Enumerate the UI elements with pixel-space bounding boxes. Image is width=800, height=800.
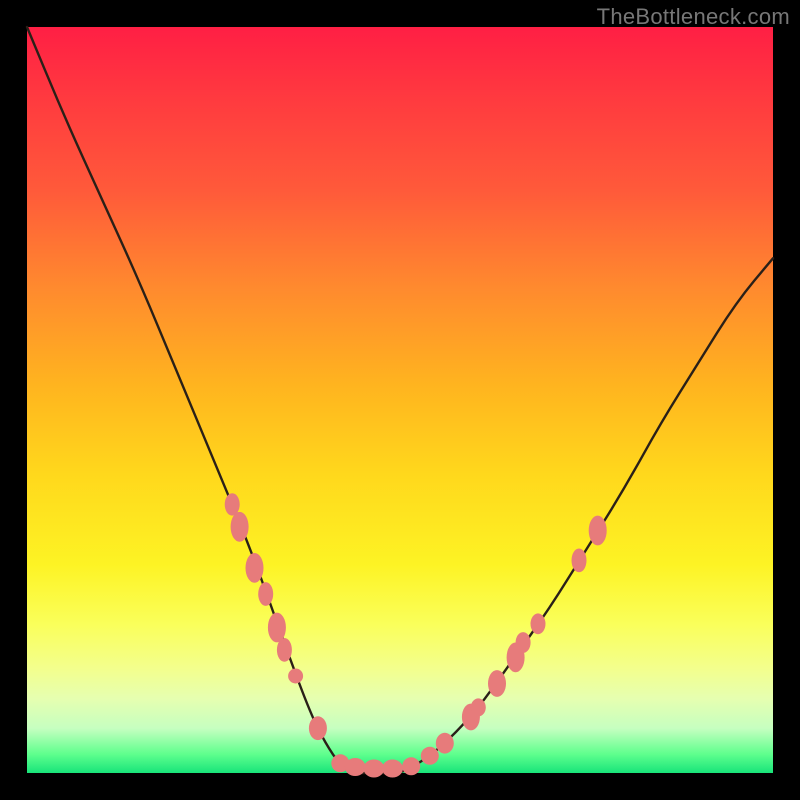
data-marker <box>382 760 403 778</box>
curve-layer <box>27 27 773 773</box>
data-marker <box>516 632 531 653</box>
data-marker <box>231 512 249 542</box>
bottleneck-curve <box>27 27 773 773</box>
data-marker <box>531 613 546 634</box>
chart-overlay <box>27 27 773 773</box>
data-marker <box>471 698 486 716</box>
data-marker <box>421 747 439 765</box>
data-marker <box>364 760 385 778</box>
data-marker <box>436 733 454 754</box>
data-marker <box>277 638 292 662</box>
data-marker <box>288 669 303 684</box>
data-marker <box>589 516 607 546</box>
data-marker <box>488 670 506 697</box>
data-marker <box>309 716 327 740</box>
data-marker <box>402 757 420 775</box>
data-marker <box>225 493 240 515</box>
data-marker <box>268 613 286 643</box>
outer-frame: TheBottleneck.com <box>0 0 800 800</box>
marker-layer <box>225 493 607 777</box>
data-marker <box>572 549 587 573</box>
data-marker <box>345 758 366 776</box>
data-marker <box>258 582 273 606</box>
data-marker <box>246 553 264 583</box>
